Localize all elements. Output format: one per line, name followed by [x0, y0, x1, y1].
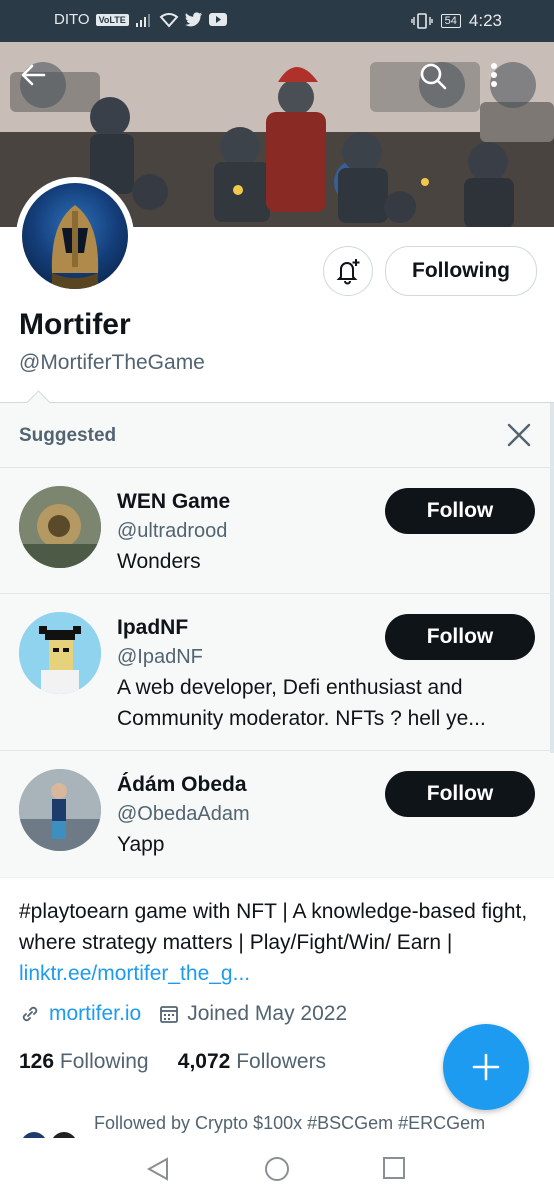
search-button[interactable] — [419, 62, 465, 108]
suggested-item[interactable]: IpadNF @IpadNF A web developer, Defi ent… — [0, 593, 554, 751]
twitter-bird-icon — [184, 12, 202, 27]
website-item[interactable]: mortifer.io — [19, 1002, 141, 1026]
suggested-name[interactable]: WEN Game — [117, 490, 230, 514]
following-count: 126 — [19, 1050, 55, 1073]
followers-label: Followers — [236, 1050, 327, 1073]
followers-count-link[interactable]: 4,072 Followers — [178, 1050, 326, 1073]
home-nav-icon[interactable] — [264, 1156, 290, 1182]
profile-handle: @MortiferTheGame — [19, 351, 205, 374]
profile-avatar[interactable] — [16, 177, 134, 295]
arrow-left-icon — [21, 64, 46, 86]
more-options-button[interactable] — [490, 62, 536, 108]
back-button[interactable] — [20, 62, 66, 108]
following-label: Following — [59, 1050, 149, 1073]
plus-icon — [472, 1053, 500, 1081]
signal-icon — [135, 13, 150, 27]
suggested-name[interactable]: IpadNF — [117, 616, 188, 640]
calendar-icon — [160, 1006, 179, 1023]
carrier-label: DITO — [54, 11, 90, 28]
avatar[interactable] — [19, 769, 101, 851]
status-right: 54 4:23 — [410, 11, 502, 31]
following-button[interactable]: Following — [385, 246, 537, 296]
follow-button[interactable]: Follow — [385, 488, 535, 534]
profile-bio: #playtoearn game with NFT | A knowledge-… — [19, 896, 539, 989]
status-left: DITO VoLTE — [54, 11, 227, 28]
recents-nav-icon[interactable] — [382, 1156, 406, 1180]
following-count-link[interactable]: 126 Following — [19, 1050, 149, 1073]
close-icon[interactable] — [506, 422, 532, 448]
suggested-title: Suggested — [19, 425, 117, 446]
battery-level: 54 — [440, 14, 461, 28]
website-link[interactable]: mortifer.io — [49, 1002, 141, 1026]
suggested-panel: Suggested WEN Game @ultradrood Wonders F… — [0, 390, 554, 878]
bell-add-icon — [336, 259, 360, 285]
suggested-name[interactable]: Ádám Obeda — [117, 773, 247, 797]
back-nav-icon[interactable] — [145, 1156, 171, 1182]
suggested-handle: @IpadNF — [117, 646, 203, 668]
profile-meta: mortifer.io Joined May 2022 — [19, 1002, 365, 1026]
avatar[interactable] — [19, 486, 101, 568]
clock: 4:23 — [468, 11, 502, 30]
volte-badge: VoLTE — [95, 13, 129, 26]
avatar-image — [22, 183, 128, 289]
bio-link[interactable]: linktr.ee/mortifer_the_g... — [19, 962, 250, 985]
followers-count: 4,072 — [177, 1050, 231, 1073]
system-nav-bar — [0, 1138, 554, 1200]
suggested-bio: Wonders — [117, 550, 201, 573]
panel-pointer — [26, 390, 51, 415]
followed-by-avatars — [19, 1130, 89, 1138]
youtube-icon — [208, 13, 227, 26]
notifications-button[interactable] — [323, 246, 373, 296]
suggested-bio: A web developer, Defi enthusiast and Com… — [117, 676, 486, 730]
wifi-icon — [159, 12, 179, 28]
follow-button[interactable]: Follow — [385, 771, 535, 817]
profile-name: Mortifer — [19, 308, 131, 341]
search-icon — [420, 63, 447, 90]
suggested-handle: @ultradrood — [117, 520, 228, 542]
joined-date: Joined May 2022 — [187, 1002, 348, 1025]
avatar[interactable] — [19, 612, 101, 694]
bio-text: #playtoearn game with NFT | A knowledge-… — [19, 900, 528, 954]
followed-by-text[interactable]: Followed by Crypto $100x #BSCGem #ERCGem — [94, 1113, 485, 1134]
link-icon — [22, 1006, 38, 1022]
suggested-item[interactable]: WEN Game @ultradrood Wonders Follow — [0, 467, 554, 594]
compose-tweet-button[interactable] — [443, 1024, 529, 1110]
follow-counts: 126 Following 4,072 Followers — [19, 1050, 326, 1074]
suggested-item[interactable]: Ádám Obeda @ObedaAdam Yapp Follow — [0, 750, 554, 877]
vibrate-icon — [410, 13, 433, 29]
status-bar: DITO VoLTE 54 4:23 — [0, 0, 554, 42]
follow-button[interactable]: Follow — [385, 614, 535, 660]
joined-item: Joined May 2022 — [159, 1002, 347, 1026]
suggested-bio: Yapp — [117, 833, 165, 856]
more-vertical-icon — [491, 63, 497, 87]
suggested-handle: @ObedaAdam — [117, 803, 250, 825]
